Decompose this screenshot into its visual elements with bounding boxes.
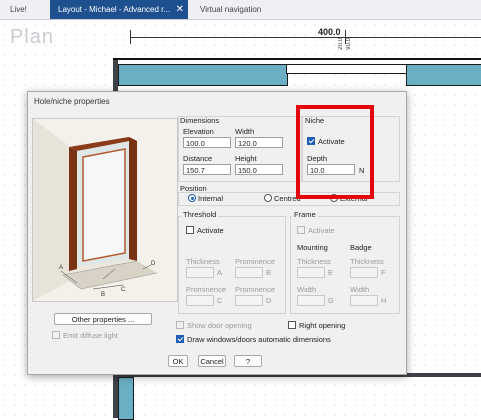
badge-width-label: Width: [350, 285, 370, 294]
distance-field[interactable]: 150.7: [183, 164, 231, 175]
threshold-b-field[interactable]: [235, 267, 263, 278]
emit-diffuse-light-checkbox[interactable]: [52, 331, 60, 339]
threshold-activate-label: Activate: [197, 226, 224, 235]
width-field[interactable]: 120.0: [235, 137, 283, 148]
frame-g-key: G: [328, 296, 334, 305]
position-centred-radio[interactable]: [264, 194, 272, 202]
preview-letter-c: C: [121, 287, 126, 293]
badge-label: Badge: [350, 243, 372, 252]
frame-activate-label: Activate: [308, 226, 335, 235]
position-internal-radio[interactable]: [188, 194, 196, 202]
threshold-prominence-label: Prominence: [235, 257, 276, 266]
frame-activate-checkbox[interactable]: [297, 226, 305, 234]
threshold-label: Threshold: [181, 210, 219, 219]
wall-segment: [406, 64, 481, 86]
wall-outline: [113, 58, 481, 60]
preview-letter-d: D: [151, 261, 156, 267]
cancel-button[interactable]: Cancel: [198, 355, 226, 367]
preview-letter-a: A: [59, 265, 63, 271]
threshold-prominence-label-2: Prominence: [186, 285, 227, 294]
dimension-label-small: 20.0: [338, 38, 344, 50]
right-opening-checkbox[interactable]: [288, 321, 296, 329]
threshold-c-field[interactable]: [186, 295, 214, 306]
badge-thickness-label: Thickness: [350, 257, 384, 266]
threshold-d-key: D: [266, 296, 272, 305]
threshold-thickness-label: Thickness: [186, 257, 220, 266]
threshold-a-field[interactable]: [186, 267, 214, 278]
position-internal-label: Internal: [198, 194, 224, 203]
frame-label: Frame: [292, 210, 318, 219]
tab-virtual-navigation[interactable]: Virtual navigation: [200, 0, 261, 19]
help-button[interactable]: ?: [234, 355, 262, 367]
threshold-a-key: A: [217, 268, 223, 277]
draw-dimensions-checkbox[interactable]: [176, 335, 184, 343]
frame-e-field[interactable]: [297, 267, 325, 278]
frame-h-field[interactable]: [350, 295, 378, 306]
right-opening-label: Right opening: [299, 321, 346, 330]
frame-f-key: F: [381, 268, 386, 277]
preview-image: A B C D: [32, 118, 178, 302]
niche-highlight-box: [296, 105, 374, 199]
threshold-prominence-label-3: Prominence: [235, 285, 276, 294]
elevation-field[interactable]: 100.0: [183, 137, 231, 148]
elevation-label: Elevation: [183, 127, 214, 136]
preview-letter-b: B: [101, 292, 105, 298]
window-opening: [286, 64, 408, 74]
show-door-opening-checkbox[interactable]: [176, 321, 184, 329]
dialog-title: Hole/niche properties: [34, 97, 110, 106]
height-label: Height: [235, 154, 257, 163]
frame-width-label: Width: [297, 285, 317, 294]
frame-e-key: E: [328, 268, 334, 277]
close-icon[interactable]: ✕: [176, 0, 184, 19]
tab-layout[interactable]: Layout - Michael - Advanced r... ✕: [50, 0, 188, 19]
draw-dimensions-label: Draw windows/doors automatic dimensions: [187, 335, 331, 344]
ok-button[interactable]: OK: [168, 355, 188, 367]
width-label: Width: [235, 127, 255, 136]
frame-thickness-label: Thickness: [297, 257, 331, 266]
tab-live[interactable]: Live!: [10, 0, 27, 19]
show-door-opening-label: Show door opening: [187, 321, 252, 330]
mounting-label: Mounting: [297, 243, 328, 252]
tab-layout-label: Layout - Michael - Advanced r...: [58, 5, 171, 14]
window-illustration: A B C D: [33, 119, 177, 301]
dimension-label-small: 90.0: [346, 38, 352, 50]
dimension-label: 400.0: [318, 27, 341, 37]
dimensions-label: Dimensions: [180, 116, 220, 125]
threshold-activate-checkbox[interactable]: [186, 226, 194, 234]
threshold-b-key: B: [266, 268, 272, 277]
height-field[interactable]: 150.0: [235, 164, 283, 175]
tab-bar: Live! Layout - Michael - Advanced r... ✕ …: [0, 0, 481, 20]
dimension-tick: [130, 30, 131, 44]
frame-h-key: H: [381, 296, 387, 305]
emit-diffuse-light-label: Emit diffuse light: [63, 331, 118, 340]
threshold-c-key: C: [217, 296, 223, 305]
other-properties-button[interactable]: Other properties ...: [54, 313, 152, 325]
wall-segment: [118, 64, 288, 86]
threshold-d-field[interactable]: [235, 295, 263, 306]
frame-g-field[interactable]: [297, 295, 325, 306]
dimension-line: [130, 37, 481, 38]
distance-label: Distance: [183, 154, 213, 163]
wall-segment: [118, 377, 134, 420]
frame-f-field[interactable]: [350, 267, 378, 278]
plan-title: Plan: [10, 26, 55, 48]
